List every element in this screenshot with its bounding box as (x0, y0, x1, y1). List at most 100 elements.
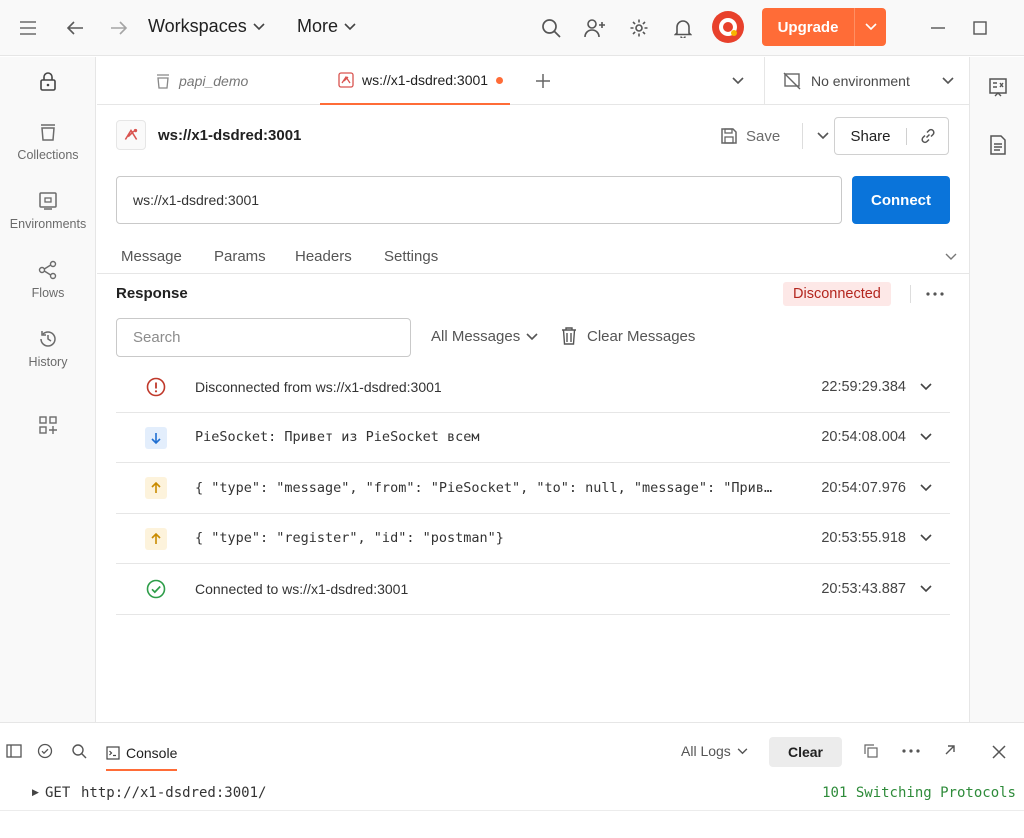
collections-icon (41, 124, 55, 141)
tab-websocket-request[interactable]: ws://x1-dsdred:3001 (320, 57, 510, 105)
link-icon (920, 128, 935, 144)
message-text: Connected to ws://x1-dsdred:3001 (195, 580, 409, 597)
messages-filter-dropdown[interactable]: All Messages (431, 328, 538, 345)
list-item[interactable]: { "type": "message", "from": "PieSocket"… (116, 463, 950, 514)
console-log-entry[interactable]: ▶ GET http://x1-dsdred:3001/ 101 Switchi… (0, 781, 1024, 811)
log-method: GET (45, 785, 71, 801)
sidebar-item-environments[interactable]: Environments (0, 191, 96, 231)
toggle-sidebar-icon[interactable] (6, 744, 22, 758)
expand-chevron-icon[interactable] (920, 383, 932, 391)
clear-messages-label: Clear Messages (587, 327, 696, 345)
message-time: 20:54:07.976 (821, 479, 906, 496)
pop-out-arrow-icon[interactable] (944, 744, 956, 756)
expand-chevron-icon[interactable] (920, 484, 932, 492)
lock-button[interactable] (0, 71, 96, 91)
find-search-icon[interactable] (71, 743, 87, 759)
upgrade-dropdown[interactable] (854, 8, 886, 46)
new-tab-plus-icon[interactable] (535, 73, 551, 89)
documentation-icon[interactable] (989, 135, 1007, 155)
console-panel: Console All Logs Clear ▶ GET http://x1-d… (0, 722, 1024, 838)
chevron-down-icon (253, 22, 265, 30)
message-text: Disconnected from ws://x1-dsdred:3001 (195, 378, 442, 395)
settings-gear-icon[interactable] (621, 10, 657, 46)
sidebar-item-history[interactable]: History (0, 329, 96, 369)
environment-selector[interactable]: No environment (764, 57, 969, 105)
clear-console-button[interactable]: Clear (769, 737, 842, 767)
sidebar-item-flows[interactable]: Flows (0, 260, 96, 300)
list-item[interactable]: PieSocket: Привет из PieSocket всем 20:5… (116, 413, 950, 463)
sidebar-item-collections[interactable]: Collections (0, 122, 96, 162)
more-menu[interactable]: More (297, 16, 356, 37)
list-item[interactable]: { "type": "register", "id": "postman"} 2… (116, 514, 950, 564)
websocket-url-input[interactable]: ws://x1-dsdred:3001 (116, 176, 842, 224)
messages-search-input[interactable]: Search (116, 318, 411, 357)
top-bar: Workspaces More Upgrade (0, 0, 1024, 56)
list-item[interactable]: Connected to ws://x1-dsdred:3001 20:53:4… (116, 564, 950, 615)
response-heading: Response (116, 285, 188, 302)
invite-user-icon[interactable] (577, 10, 613, 46)
notifications-bell-icon[interactable] (665, 10, 701, 46)
expand-chevron-icon[interactable] (920, 433, 932, 441)
sidebar-item-label: Collections (17, 148, 79, 162)
tab-params[interactable]: Params (214, 248, 266, 265)
save-button[interactable]: Save (720, 118, 829, 154)
message-text: { "type": "register", "id": "postman"} (195, 530, 504, 547)
flows-icon (38, 260, 57, 280)
tab-label: ws://x1-dsdred:3001 (362, 72, 489, 88)
expand-chevron-icon[interactable] (920, 585, 932, 593)
maximize-window-icon[interactable] (962, 10, 998, 46)
environment-label: No environment (811, 73, 910, 89)
request-name: ws://x1-dsdred:3001 (158, 126, 302, 144)
copy-link-button[interactable] (907, 127, 948, 145)
tab-console[interactable]: Console (106, 737, 178, 771)
tab-message[interactable]: Message (121, 248, 182, 265)
api-docs-icon[interactable] (988, 77, 1008, 97)
chevron-down-icon (942, 77, 954, 85)
back-arrow-icon[interactable] (57, 10, 93, 46)
messages-list: Disconnected from ws://x1-dsdred:3001 22… (116, 362, 950, 615)
configure-sidebar-button[interactable] (0, 415, 96, 435)
tab-papi-demo[interactable]: papi_demo (155, 57, 248, 105)
user-avatar[interactable] (712, 11, 744, 43)
message-time: 20:54:08.004 (821, 429, 906, 446)
workspaces-label: Workspaces (148, 16, 247, 36)
save-icon (721, 128, 737, 144)
divider (910, 285, 911, 303)
list-item[interactable]: Disconnected from ws://x1-dsdred:3001 22… (116, 362, 950, 413)
share-button[interactable]: Share (835, 127, 907, 145)
clear-messages-button[interactable]: Clear Messages (561, 326, 695, 346)
request-subtabs: Message Params Headers Settings (97, 240, 969, 274)
filter-label: All Messages (431, 328, 521, 345)
message-time: 20:53:43.887 (821, 580, 906, 597)
minimize-window-icon[interactable] (920, 10, 956, 46)
more-options-icon[interactable] (926, 292, 944, 296)
upgrade-button[interactable]: Upgrade (762, 8, 886, 46)
tab-settings[interactable]: Settings (384, 248, 438, 265)
connect-button[interactable]: Connect (852, 176, 950, 224)
lock-icon (40, 72, 56, 91)
save-label: Save (746, 127, 781, 145)
workspaces-menu[interactable]: Workspaces (148, 16, 265, 37)
logs-filter-dropdown[interactable]: All Logs (681, 743, 748, 759)
close-console-icon[interactable] (992, 745, 1006, 759)
tabs-overflow-chevron-icon[interactable] (732, 77, 744, 85)
chevron-down-icon (737, 747, 748, 754)
request-title: ws://x1-dsdred:3001 (116, 120, 301, 150)
console-more-options-icon[interactable] (902, 749, 920, 753)
message-time: 22:59:29.384 (821, 378, 906, 395)
logs-filter-label: All Logs (681, 743, 731, 759)
save-options-chevron-icon[interactable] (817, 132, 829, 140)
collapse-chevron-icon[interactable] (945, 253, 957, 261)
divider (802, 123, 804, 149)
sidebar-item-label: Flows (31, 286, 65, 300)
history-icon (40, 331, 56, 347)
right-sidebar (969, 57, 1024, 722)
expand-chevron-icon[interactable] (920, 534, 932, 542)
forward-arrow-icon[interactable] (101, 10, 137, 46)
tab-headers[interactable]: Headers (295, 248, 352, 265)
hamburger-menu-icon[interactable] (10, 10, 46, 46)
search-icon[interactable] (533, 10, 569, 46)
copy-icon[interactable] (864, 744, 878, 758)
runner-check-icon[interactable] (37, 743, 53, 759)
expand-triangle-icon[interactable]: ▶ (32, 787, 39, 798)
